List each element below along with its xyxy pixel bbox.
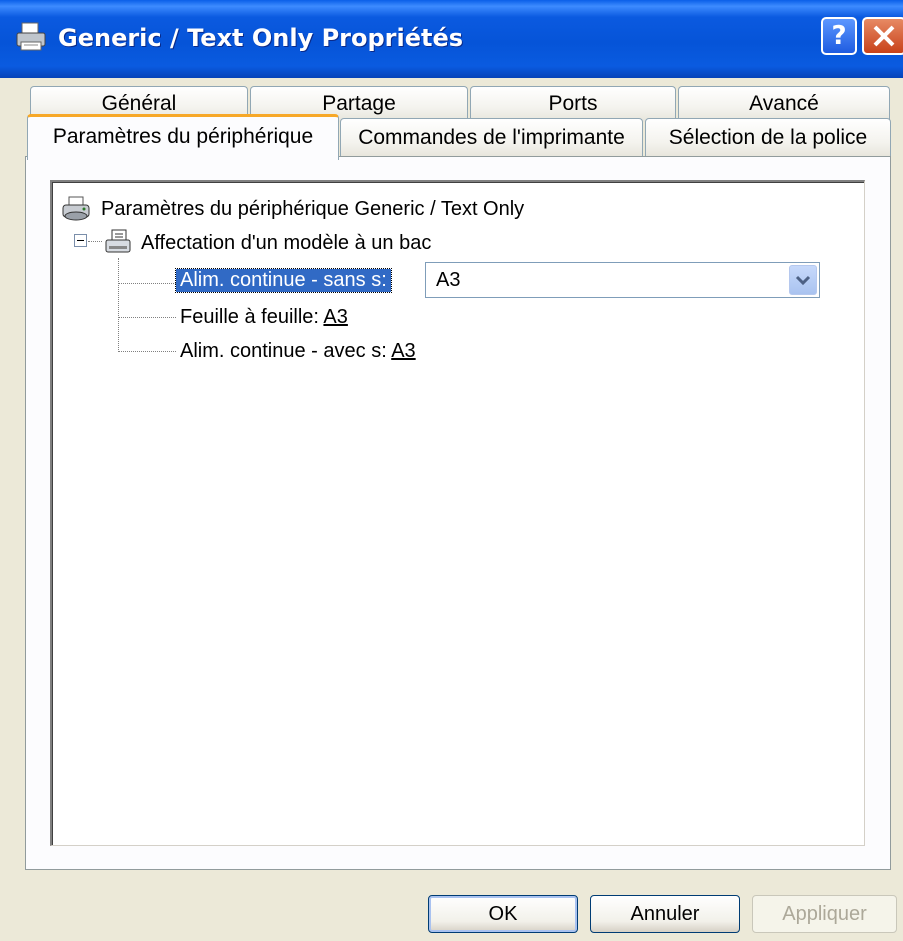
tree-connector [118,283,176,284]
window-title: Generic / Text Only Propriétés [58,24,464,52]
tree-root-label[interactable]: Paramètres du périphérique Generic / Tex… [101,198,524,221]
apply-button[interactable]: Appliquer [752,895,897,933]
tree-item-sheet-feed-label: Feuille à feuille: [180,306,319,328]
tab-avance[interactable]: Avancé [678,86,890,122]
help-button[interactable]: ? [821,17,857,55]
close-button[interactable] [862,17,903,55]
cancel-button[interactable]: Annuler [590,895,740,933]
tree-item-continuous-no-separator[interactable]: Alim. continue - sans s: [175,268,392,293]
tab-selection-police[interactable]: Sélection de la police [645,118,891,158]
tree-node-label[interactable]: Affectation d'un modèle à un bac [141,232,431,255]
tree-item-continuous-with-separator[interactable]: Alim. continue - avec s: A3 [180,340,416,363]
paper-tray-icon [105,229,131,253]
close-icon [873,25,895,47]
tree-connector [118,317,176,318]
collapse-icon[interactable] [74,234,87,247]
paper-size-select-value: A3 [436,269,461,291]
title-bar[interactable]: Generic / Text Only Propriétés ? [0,0,903,78]
printer-icon [16,22,46,51]
tree-connector [88,241,102,242]
tree-item-sheet-feed[interactable]: Feuille à feuille: A3 [180,306,348,329]
tab-parametres-peripherique[interactable]: Paramètres du périphérique [27,114,339,160]
printer-settings-icon [62,196,90,221]
ok-button[interactable]: OK [428,895,578,933]
chevron-down-icon [795,275,811,286]
tree-item-continuous-with-separator-label: Alim. continue - avec s: [180,340,387,362]
properties-dialog: Generic / Text Only Propriétés ? Général… [0,0,903,941]
tab-commandes-imprimante[interactable]: Commandes de l'imprimante [340,118,643,158]
tree-item-continuous-with-separator-value[interactable]: A3 [391,340,415,362]
paper-size-select[interactable]: A3 [425,262,820,298]
tree-item-sheet-feed-value[interactable]: A3 [323,306,347,328]
tab-ports[interactable]: Ports [470,86,676,122]
dropdown-button[interactable] [789,265,817,295]
tree-connector [118,351,176,352]
tree-connector-vertical [118,258,119,352]
